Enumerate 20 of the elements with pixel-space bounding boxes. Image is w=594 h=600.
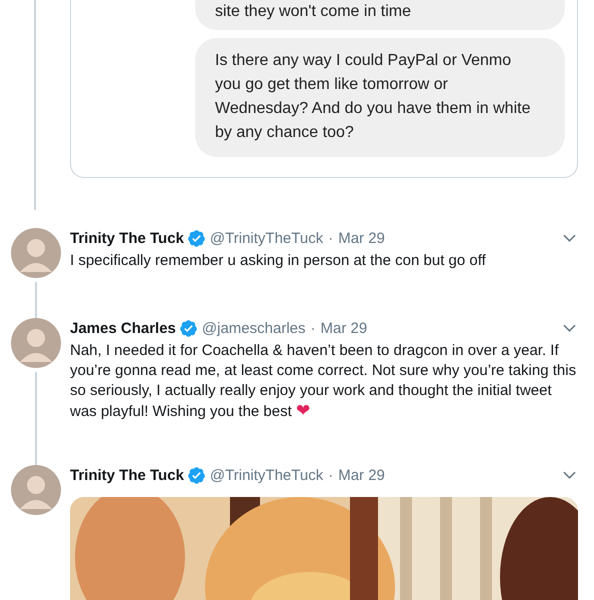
tweet-date[interactable]: Mar 29 (338, 230, 385, 246)
separator: · (328, 230, 334, 246)
user-name[interactable]: James Charles (70, 320, 176, 336)
user-handle[interactable]: @TrinityTheTuck (210, 230, 324, 246)
quoted-message-card[interactable]: site they won't come in time Is there any way I could PayPal or Venmo you go get them like tomorrow or Wednesday? And do you have them in white by any chance too? (70, 0, 578, 178)
separator: · (328, 466, 334, 484)
user-handle[interactable]: @jamescharles (202, 320, 306, 336)
message-bubble: Is there any way I could PayPal or Venmo you go get them like tomorrow or Wednesday? And do you have them in white by any chance too? (195, 38, 565, 157)
tweet-text: I specifically remember u asking in person at the con but go off (70, 251, 487, 271)
user-name[interactable]: Trinity The Tuck (70, 466, 184, 484)
message-bubble: site they won't come in time (195, 0, 565, 30)
user-handle[interactable]: @TrinityTheTuck (210, 466, 324, 484)
caret-icon[interactable] (563, 234, 576, 242)
tweet-date[interactable]: Mar 29 (320, 320, 368, 336)
caret-icon[interactable] (563, 471, 576, 479)
tweet-date[interactable]: Mar 29 (338, 466, 385, 484)
tweet-text: Nah, I needed it for Coachella & haven’t been to dragcon in over a year. If you’re gonna read me, at least come correct. Not sure why you’re taking this so seriously, I actually really enjoy your work and thought the initial tweet was playful! Wishing you the best ❤ (70, 341, 578, 422)
separator: · (310, 320, 316, 336)
user-name[interactable]: Trinity The Tuck (70, 230, 184, 246)
caret-icon[interactable] (563, 324, 576, 332)
